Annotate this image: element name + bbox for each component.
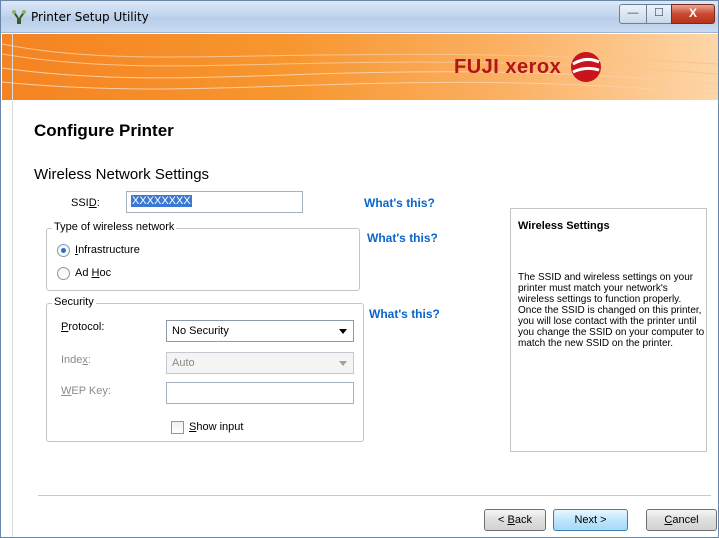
fuji-xerox-logo-text: FUJI xerox: [454, 56, 562, 78]
index-label: Index:: [61, 354, 91, 366]
banner-wave-graphic: [2, 43, 718, 95]
wireless-type-groupbox: [46, 228, 360, 291]
info-panel-title: Wireless Settings: [518, 220, 610, 232]
wireless-settings-info-panel: Wireless Settings The SSID and wireless …: [510, 208, 707, 452]
window-title: Printer Setup Utility: [31, 10, 149, 24]
infrastructure-label[interactable]: Infrastructure: [75, 244, 140, 256]
title-bar[interactable]: Printer Setup Utility — ☐ X: [1, 1, 718, 33]
footer-separator: [38, 495, 711, 496]
minimize-button[interactable]: —: [619, 4, 647, 24]
printer-app-icon: [12, 10, 26, 24]
wep-key-label: WEP Key:: [61, 385, 111, 397]
next-button[interactable]: Next >: [553, 509, 628, 531]
wep-key-input[interactable]: [166, 382, 354, 404]
chevron-down-icon: [339, 361, 347, 366]
protocol-value: No Security: [172, 325, 229, 337]
section-title: Wireless Network Settings: [34, 166, 210, 183]
wireless-type-legend: Type of wireless network: [52, 221, 177, 233]
fuji-xerox-logo-icon: [571, 52, 601, 82]
printer-setup-window: Printer Setup Utility — ☐ X FUJI xerox C…: [0, 0, 719, 538]
brand-banner: FUJI xerox: [2, 34, 718, 100]
protocol-select[interactable]: No Security: [166, 320, 354, 342]
ssid-label: SSID:: [71, 197, 100, 209]
index-select[interactable]: Auto: [166, 352, 354, 374]
wireless-type-whats-this-link[interactable]: What's this?: [367, 231, 438, 245]
left-divider: [1, 34, 13, 537]
back-button[interactable]: < Back: [484, 509, 546, 531]
security-legend: Security: [52, 296, 96, 308]
ad-hoc-label[interactable]: Ad Hoc: [75, 267, 111, 279]
index-value: Auto: [172, 357, 195, 369]
ssid-value: XXXXXXXX: [131, 195, 192, 207]
security-whats-this-link[interactable]: What's this?: [369, 307, 440, 321]
chevron-down-icon: [339, 329, 347, 334]
protocol-label: Protocol:: [61, 321, 105, 333]
show-input-checkbox[interactable]: [171, 421, 184, 434]
ssid-whats-this-link[interactable]: What's this?: [364, 196, 435, 210]
show-input-label[interactable]: Show input: [189, 421, 243, 433]
ad-hoc-radio[interactable]: [57, 267, 70, 280]
page-title: Configure Printer: [34, 121, 174, 140]
close-button[interactable]: X: [671, 4, 715, 24]
infrastructure-radio[interactable]: [57, 244, 70, 257]
cancel-button[interactable]: Cancel: [646, 509, 717, 531]
ssid-input[interactable]: XXXXXXXX: [126, 191, 303, 213]
maximize-button[interactable]: ☐: [646, 4, 672, 24]
info-panel-body: The SSID and wireless settings on your p…: [518, 272, 705, 349]
